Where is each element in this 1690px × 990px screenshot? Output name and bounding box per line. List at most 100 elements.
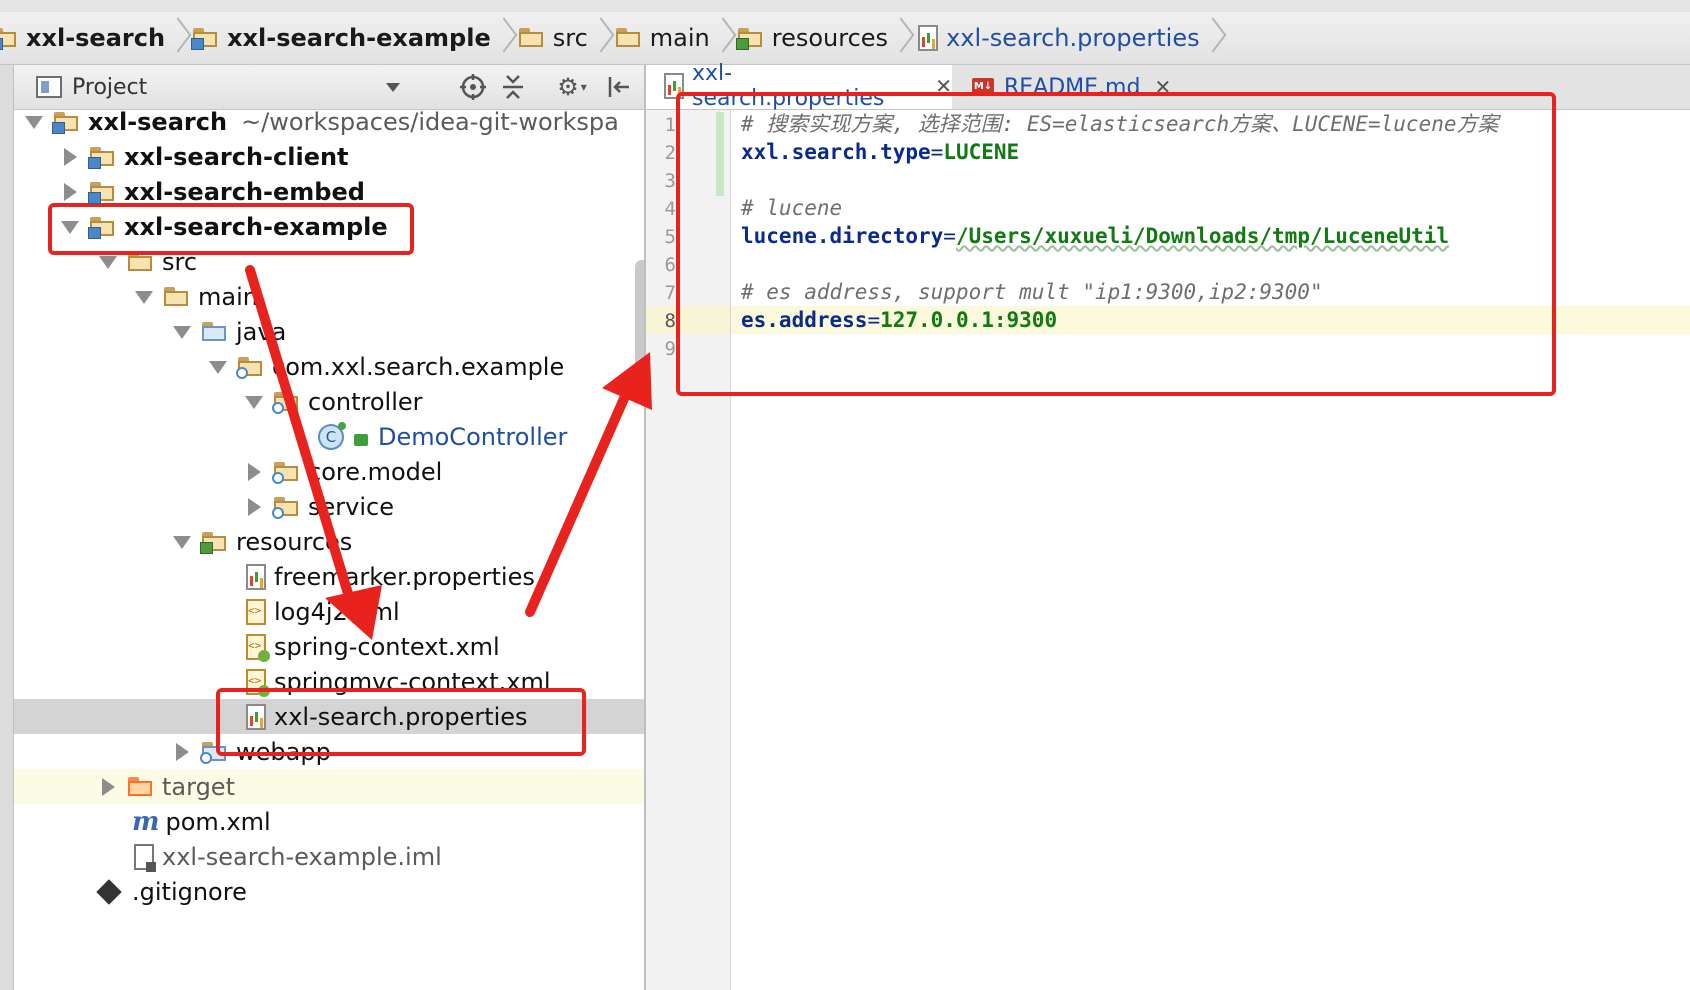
expand-arrow-icon[interactable] bbox=[132, 279, 154, 314]
project-folder-icon bbox=[0, 28, 18, 50]
expand-arrow-icon[interactable] bbox=[170, 524, 192, 559]
tree-item-target[interactable]: target bbox=[14, 769, 644, 804]
hide-icon[interactable] bbox=[604, 65, 634, 109]
tree-item-xxl-search-properties[interactable]: xxl-search.properties bbox=[14, 699, 644, 734]
tree-item-xxl-search-embed[interactable]: xxl-search-embed bbox=[14, 174, 644, 209]
tree-item-iml[interactable]: xxl-search-example.iml bbox=[14, 839, 644, 874]
tree-item-log4j2-xml[interactable]: log4j2.xml bbox=[14, 594, 644, 629]
maven-icon: m bbox=[132, 806, 160, 837]
line-number: 7 bbox=[664, 282, 676, 304]
breadcrumb-separator bbox=[714, 12, 728, 64]
expand-arrow-icon[interactable] bbox=[22, 110, 44, 139]
tree-item-xxl-search-example[interactable]: xxl-search-example bbox=[14, 209, 644, 244]
expand-arrow-icon[interactable] bbox=[242, 489, 264, 524]
tree-item-java[interactable]: java bbox=[14, 314, 644, 349]
expand-arrow-icon[interactable] bbox=[58, 174, 80, 209]
tree-item-core-model[interactable]: core.model bbox=[14, 454, 644, 489]
tree-item-gitignore[interactable]: .gitignore bbox=[14, 874, 644, 909]
code-line-comment: # es address, support mult "ip1:9300,ip2… bbox=[741, 280, 1323, 304]
tree-item-src[interactable]: src bbox=[14, 244, 644, 279]
tree-item-xxl-search[interactable]: xxl-search ~/workspaces/idea-git-workspa bbox=[14, 110, 644, 139]
line-number-gutter[interactable]: 1 2 3 4 5 6 7 8 9 bbox=[646, 110, 731, 990]
properties-file-icon bbox=[246, 563, 266, 590]
tree-item-controller[interactable]: controller bbox=[14, 384, 644, 419]
window-title-strip bbox=[0, 0, 1690, 12]
tree-item-xxl-search-client[interactable]: xxl-search-client bbox=[14, 139, 644, 174]
expand-arrow-icon[interactable] bbox=[96, 244, 118, 279]
code-line-comment: # lucene bbox=[741, 196, 843, 220]
expand-arrow-icon[interactable] bbox=[58, 139, 80, 174]
collapse-icon[interactable] bbox=[498, 65, 528, 109]
folder-icon bbox=[164, 286, 190, 307]
expand-arrow-icon[interactable] bbox=[170, 314, 192, 349]
line-number: 3 bbox=[664, 170, 676, 192]
tree-item-main[interactable]: main bbox=[14, 279, 644, 314]
breadcrumb-item-resources[interactable]: resources bbox=[732, 12, 888, 64]
tree-item-freemarker-properties[interactable]: freemarker.properties bbox=[14, 559, 644, 594]
line-number: 2 bbox=[664, 142, 676, 164]
project-folder-icon bbox=[52, 111, 80, 134]
code-editor[interactable]: # 搜索实现方案, 选择范围: ES=elasticsearch方案、LUCEN… bbox=[731, 110, 1690, 990]
breadcrumb-item-module[interactable]: xxl-search-example bbox=[187, 12, 491, 64]
module-folder-icon bbox=[88, 216, 116, 239]
line-number: 8 bbox=[664, 310, 676, 332]
expand-arrow-icon[interactable] bbox=[58, 209, 80, 244]
vcs-change-marker[interactable] bbox=[716, 112, 724, 196]
excluded-folder-icon bbox=[128, 776, 154, 797]
code-line-comment: # 搜索实现方案, 选择范围: ES=elasticsearch方案、LUCEN… bbox=[741, 112, 1499, 136]
tree-item-democontroller[interactable]: C DemoController bbox=[14, 419, 644, 454]
chevron-down-icon[interactable] bbox=[386, 83, 400, 92]
breadcrumb: xxl-search xxl-search-example src main r… bbox=[0, 12, 1690, 65]
tool-window-strip[interactable] bbox=[0, 65, 14, 990]
lock-icon bbox=[354, 433, 368, 446]
project-view-icon bbox=[36, 76, 62, 98]
tree-item-spring-context-xml[interactable]: spring-context.xml bbox=[14, 629, 644, 664]
package-icon bbox=[236, 356, 264, 379]
breadcrumb-item-main[interactable]: main bbox=[610, 12, 710, 64]
breadcrumb-separator bbox=[169, 12, 183, 64]
target-icon[interactable] bbox=[458, 65, 488, 109]
line-number: 6 bbox=[664, 254, 676, 276]
class-icon: C bbox=[318, 421, 346, 450]
breadcrumb-separator bbox=[892, 12, 906, 64]
expand-arrow-icon[interactable] bbox=[206, 349, 228, 384]
close-icon[interactable]: ✕ bbox=[1154, 75, 1171, 99]
module-folder-icon bbox=[88, 181, 116, 204]
code-line-property: lucene.directory=/Users/xuxueli/Download… bbox=[741, 224, 1450, 248]
tree-scrollbar[interactable] bbox=[635, 260, 644, 390]
expand-arrow-icon[interactable] bbox=[242, 454, 264, 489]
line-number: 5 bbox=[664, 226, 676, 248]
code-line-property: xxl.search.type=LUCENE bbox=[741, 140, 1020, 164]
spring-xml-file-icon bbox=[246, 668, 270, 697]
breadcrumb-item-file[interactable]: xxl-search.properties bbox=[910, 12, 1200, 64]
project-tree[interactable]: xxl-search ~/workspaces/idea-git-workspa… bbox=[14, 110, 644, 990]
project-view-selector[interactable]: Project bbox=[72, 75, 147, 100]
folder-icon bbox=[518, 28, 545, 48]
tree-item-package[interactable]: com.xxl.search.example bbox=[14, 349, 644, 384]
folder-icon bbox=[128, 251, 154, 272]
markdown-icon: M↓ bbox=[972, 78, 994, 96]
code-line-property: es.address=127.0.0.1:9300 bbox=[741, 308, 1058, 332]
expand-arrow-icon[interactable] bbox=[96, 769, 118, 804]
breadcrumb-item-src[interactable]: src bbox=[513, 12, 588, 64]
tree-item-webapp[interactable]: webapp bbox=[14, 734, 644, 769]
expand-arrow-icon[interactable] bbox=[170, 734, 192, 769]
tree-item-springmvc-context-xml[interactable]: springmvc-context.xml bbox=[14, 664, 644, 699]
close-icon[interactable]: ✕ bbox=[935, 74, 952, 98]
gear-icon[interactable]: ⚙ ▾ bbox=[552, 65, 592, 109]
line-number: 4 bbox=[664, 198, 676, 220]
web-folder-icon bbox=[200, 741, 228, 764]
xml-file-icon bbox=[246, 598, 266, 625]
tab-readme[interactable]: M↓ README.md ✕ bbox=[972, 65, 1172, 109]
tree-item-pom-xml[interactable]: m pom.xml bbox=[14, 804, 644, 839]
tree-item-resources[interactable]: resources bbox=[14, 524, 644, 559]
tab-xxl-search-properties[interactable]: xxl-search.properties ✕ bbox=[646, 61, 952, 111]
breadcrumb-item-project[interactable]: xxl-search bbox=[0, 12, 165, 64]
properties-file-icon bbox=[246, 703, 266, 730]
source-folder-icon bbox=[202, 321, 228, 342]
expand-arrow-icon[interactable] bbox=[242, 384, 264, 419]
module-folder-icon bbox=[191, 28, 219, 50]
resources-folder-icon bbox=[735, 28, 764, 50]
tree-item-service[interactable]: service bbox=[14, 489, 644, 524]
line-number: 1 bbox=[664, 114, 676, 136]
